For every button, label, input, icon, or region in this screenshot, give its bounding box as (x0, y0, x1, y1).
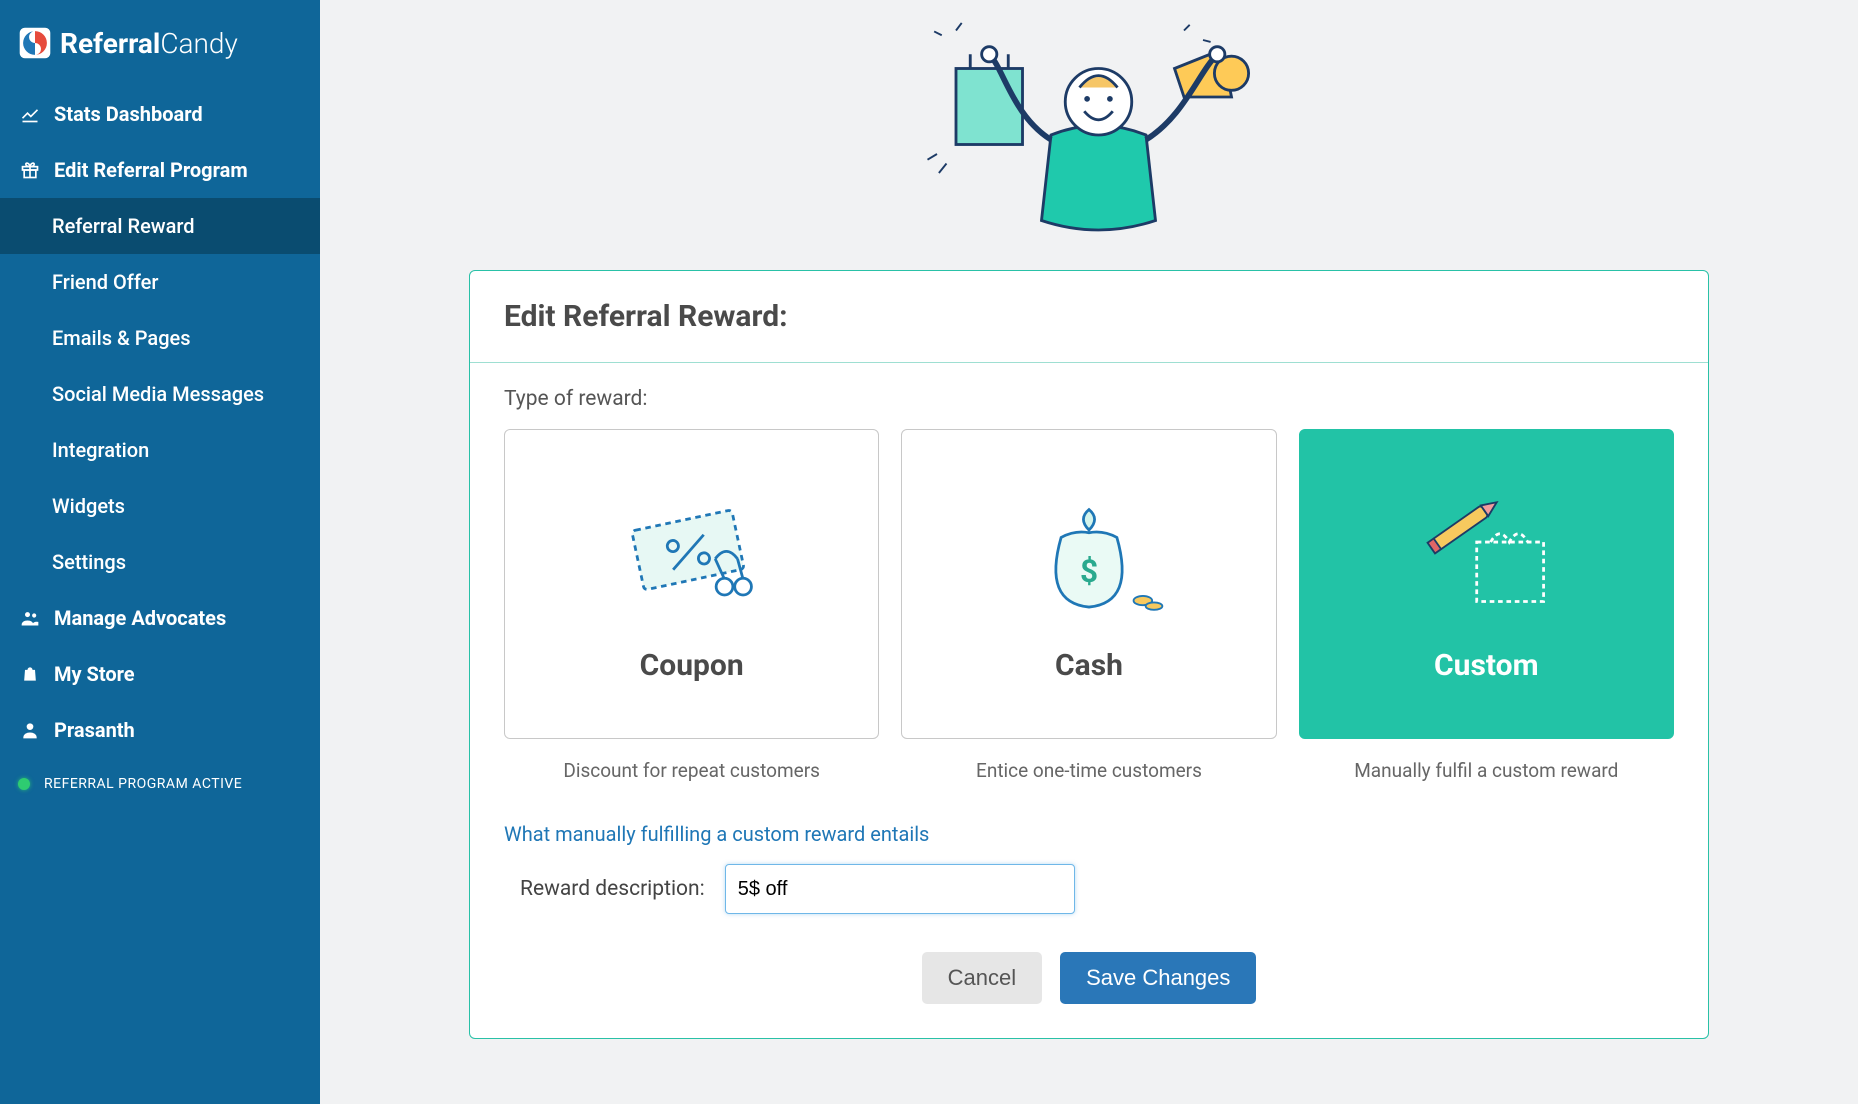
sidebar-item-label: Referral Reward (52, 214, 195, 238)
sidebar-item-label: Settings (52, 550, 126, 574)
sidebar: ReferralCandy Stats Dashboard Edit Refer… (0, 0, 320, 1104)
reward-option-custom[interactable]: Custom (1299, 429, 1674, 739)
custom-reward-info-link[interactable]: What manually fulfilling a custom reward… (504, 822, 929, 846)
reward-option-custom-wrap: Custom Manually fulfil a custom reward (1299, 429, 1674, 782)
reward-type-options: Coupon Discount for repeat customers $ (504, 429, 1674, 782)
sidebar-sub-integration[interactable]: Integration (0, 422, 320, 478)
reward-option-cash-wrap: $ Cash Entice one-time customers (901, 429, 1276, 782)
sidebar-sub-widgets[interactable]: Widgets (0, 478, 320, 534)
sidebar-item-label: Manage Advocates (54, 606, 226, 630)
sidebar-item-label: Edit Referral Program (54, 158, 248, 182)
card-header: Edit Referral Reward: (470, 271, 1708, 363)
cancel-button[interactable]: Cancel (922, 952, 1042, 1004)
sidebar-sub-friend-offer[interactable]: Friend Offer (0, 254, 320, 310)
reward-description-row: Reward description: (504, 864, 1674, 914)
reward-option-coupon[interactable]: Coupon (504, 429, 879, 739)
sidebar-item-user[interactable]: Prasanth (0, 702, 320, 758)
reward-option-desc: Entice one-time customers (976, 759, 1202, 782)
reward-option-title: Cash (1055, 648, 1123, 683)
brand-text: ReferralCandy (60, 27, 238, 60)
sidebar-item-edit-program[interactable]: Edit Referral Program (0, 142, 320, 198)
reward-option-title: Coupon (640, 648, 744, 683)
hero-illustration (360, 0, 1818, 270)
reward-option-desc: Discount for repeat customers (563, 759, 820, 782)
edit-reward-card: Edit Referral Reward: Type of reward: (469, 270, 1709, 1039)
program-status: REFERRAL PROGRAM ACTIVE (0, 758, 320, 810)
sidebar-item-label: Stats Dashboard (54, 102, 203, 126)
form-actions: Cancel Save Changes (504, 952, 1674, 1004)
save-button[interactable]: Save Changes (1060, 952, 1256, 1004)
logo-icon (18, 26, 52, 60)
coupon-icon (607, 486, 777, 626)
custom-icon (1401, 486, 1571, 626)
sidebar-item-label: Widgets (52, 494, 125, 518)
sidebar-item-label: Integration (52, 438, 149, 462)
reward-option-coupon-wrap: Coupon Discount for repeat customers (504, 429, 879, 782)
reward-option-cash[interactable]: $ Cash (901, 429, 1276, 739)
sidebar-item-label: Prasanth (54, 718, 135, 742)
page-title: Edit Referral Reward: (504, 299, 1674, 334)
sidebar-sub-referral-reward[interactable]: Referral Reward (0, 198, 320, 254)
chart-icon (18, 104, 42, 124)
brand-logo: ReferralCandy (0, 18, 320, 86)
bag-icon (18, 664, 42, 684)
sidebar-item-label: My Store (54, 662, 135, 686)
sidebar-item-label: Social Media Messages (52, 382, 264, 406)
gift-icon (18, 160, 42, 180)
sidebar-item-label: Friend Offer (52, 270, 158, 294)
sidebar-item-label: Emails & Pages (52, 326, 191, 350)
user-icon (18, 720, 42, 740)
reward-option-desc: Manually fulfil a custom reward (1354, 759, 1618, 782)
cash-icon: $ (1004, 486, 1174, 626)
reward-option-title: Custom (1434, 648, 1539, 683)
sidebar-item-store[interactable]: My Store (0, 646, 320, 702)
sidebar-sub-emails-pages[interactable]: Emails & Pages (0, 310, 320, 366)
sidebar-sub-social-media[interactable]: Social Media Messages (0, 366, 320, 422)
card-body: Type of reward: (470, 363, 1708, 1038)
status-dot-icon (18, 778, 30, 790)
main-content: Edit Referral Reward: Type of reward: (320, 0, 1858, 1104)
sidebar-nav: Stats Dashboard Edit Referral Program Re… (0, 86, 320, 758)
reward-description-input[interactable] (725, 864, 1075, 914)
sidebar-item-stats[interactable]: Stats Dashboard (0, 86, 320, 142)
sidebar-sub-settings[interactable]: Settings (0, 534, 320, 590)
reward-description-label: Reward description: (504, 877, 705, 901)
sidebar-item-advocates[interactable]: Manage Advocates (0, 590, 320, 646)
svg-text:$: $ (1080, 553, 1098, 590)
reward-type-label: Type of reward: (504, 387, 1674, 411)
status-label: REFERRAL PROGRAM ACTIVE (44, 776, 242, 792)
people-icon (18, 608, 42, 628)
